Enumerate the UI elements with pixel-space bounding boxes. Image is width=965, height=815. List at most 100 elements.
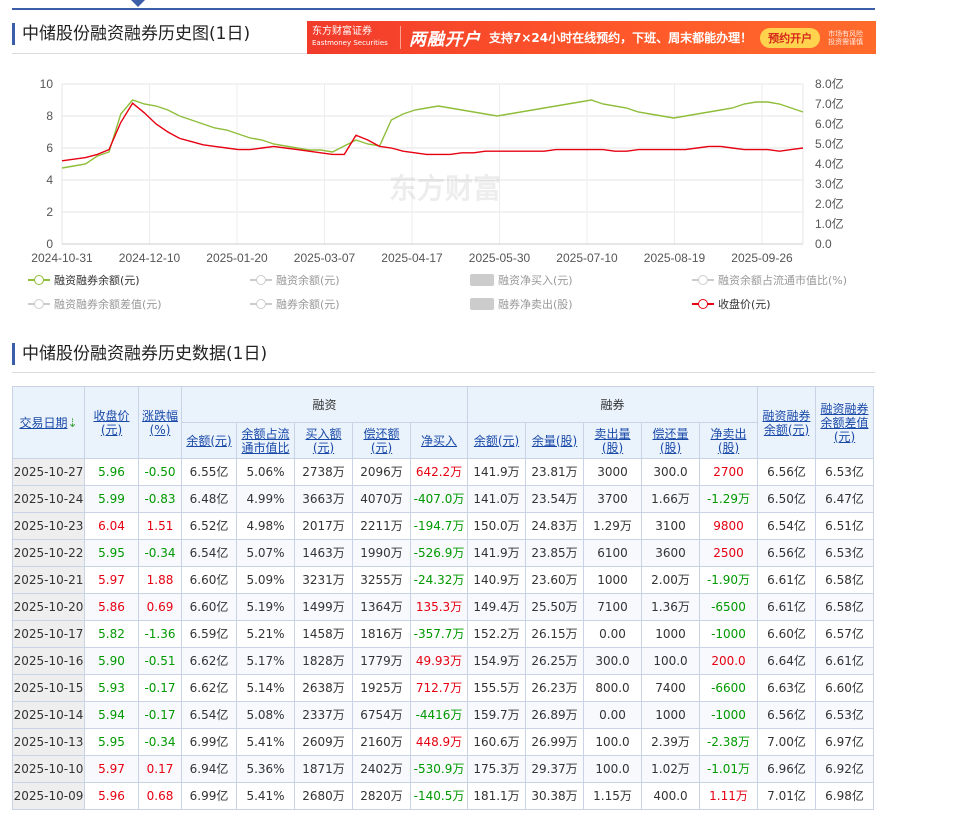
cell-rzzb: 5.41% [236,782,295,810]
legend-item-7[interactable]: 收盘价(元) [692,296,771,312]
cell-chg: 1.51 [138,512,182,540]
chart-watermark: 东方财富 [389,172,501,204]
col-date[interactable]: 交易日期⇣ [12,386,85,459]
legend-label: 融资融券余额(元) [54,274,140,287]
cell-rzrqye: 6.60亿 [757,620,816,648]
y-right-tick: 2.0亿 [815,196,844,211]
cell-rzch: 2820万 [352,782,411,810]
cell-rzmr: 1463万 [294,539,353,567]
cell-rzrqye: 6.63亿 [757,674,816,702]
table-row: 2025-10-14 5.94 -0.17 6.54亿 5.08% 2337万 6754万 -… [12,701,874,729]
cell-rzrqcz: 6.98亿 [815,782,874,810]
cell-rzrqye: 6.64亿 [757,647,816,675]
legend-label: 融资余额(元) [276,274,340,287]
legend-item-2[interactable]: 融资净买入(元) [470,272,573,288]
cell-rzjmr: 135.3万 [410,593,468,621]
table-title: 中储股份融资融券历史数据(1日) [12,343,267,365]
col-rq-sell[interactable]: 卖出量(股) [583,422,642,459]
legend-item-5[interactable]: 融券余额(元) [250,296,340,312]
legend-item-3[interactable]: 融资余额占流通市值比(%) [692,272,847,288]
legend-label: 收盘价(元) [718,298,771,311]
col-change[interactable]: 涨跌幅(%) [138,386,182,459]
col-balance-diff[interactable]: 融资融券余额差值(元) [815,386,874,459]
cell-rqyl: 23.85万 [525,539,584,567]
cell-rqch: 7400 [641,674,700,702]
cell-rqyl: 26.25万 [525,647,584,675]
legend-label: 融券净卖出(股) [498,298,573,311]
col-rz-buy[interactable]: 买入额(元) [294,422,353,459]
cell-rzjmr: -4416万 [410,701,468,729]
legend-item-1[interactable]: 融资余额(元) [250,272,340,288]
cell-rzzb: 5.36% [236,755,295,783]
cell-rzjmr: -526.9万 [410,539,468,567]
legend-line-icon [250,299,272,309]
promo-banner[interactable]: 东方财富证券 Eastmoney Securities 两融开户 支持7×24小时… [307,21,876,54]
col-rq-volume[interactable]: 余量(股) [525,422,584,459]
cell-rqch: 100.0 [641,647,700,675]
table-row: 2025-10-10 5.97 0.17 6.94亿 5.36% 1871万 2402万 -5… [12,755,874,783]
cell-close: 5.96 [84,458,139,486]
cell-rzch: 1990万 [352,539,411,567]
cell-close: 5.96 [84,782,139,810]
cell-rqmc: 7100 [583,593,642,621]
x-axis-ticks: 2024-10-31 2024-12-10 2025-01-20 2025-03-07… [31,251,793,265]
legend-item-6[interactable]: 融券净卖出(股) [470,296,573,312]
cell-date: 2025-10-14 [12,701,85,729]
cell-date: 2025-10-17 [12,620,85,648]
table-row: 2025-10-20 5.86 0.69 6.60亿 5.19% 1499万 1364万 13… [12,593,874,621]
col-rq-balance[interactable]: 余额(元) [467,422,526,459]
cell-rzjmr: -407.0万 [410,485,468,513]
cell-rqjmc: 2500 [699,539,758,567]
col-close[interactable]: 收盘价(元) [84,386,139,459]
table-row: 2025-10-16 5.90 -0.51 6.62亿 5.17% 1828万 1779万 4… [12,647,874,675]
y-right-tick: 4.0亿 [815,156,844,171]
cell-rzrqye: 7.00亿 [757,728,816,756]
cell-rqyl: 26.23万 [525,674,584,702]
open-account-button[interactable]: 预约开户 [760,27,821,48]
legend-item-0[interactable]: 融资融券余额(元) [28,272,140,288]
col-total-balance[interactable]: 融资融券余额(元) [757,386,816,459]
nav-pointer-icon [131,0,145,7]
cell-rzmr: 2738万 [294,458,353,486]
cell-rzrqye: 6.56亿 [757,458,816,486]
cell-rzye: 6.60亿 [181,593,237,621]
cell-rzzb: 5.07% [236,539,295,567]
x-tick: 2025-08-19 [644,251,706,265]
cell-rzrqcz: 6.57亿 [815,620,874,648]
cell-rqye: 160.6万 [467,728,526,756]
legend-box-icon [470,274,494,286]
cell-rqye: 181.1万 [467,782,526,810]
cell-rqmc: 800.0 [583,674,642,702]
col-rz-repay[interactable]: 偿还额(元) [352,422,411,459]
cell-chg: -1.36 [138,620,182,648]
cell-rzrqye: 6.61亿 [757,566,816,594]
cell-rzrqcz: 6.92亿 [815,755,874,783]
cell-rzzb: 5.14% [236,674,295,702]
cell-rzmr: 3231万 [294,566,353,594]
cell-rzmr: 1828万 [294,647,353,675]
y-left-tick: 6 [46,141,53,155]
cell-rzye: 6.54亿 [181,701,237,729]
legend-item-4[interactable]: 融资融券余额差值(元) [28,296,162,312]
cell-rzzb: 4.98% [236,512,295,540]
broker-logo: 东方财富证券 Eastmoney Securities [307,26,401,49]
cell-date: 2025-10-23 [12,512,85,540]
cell-rqmc: 300.0 [583,647,642,675]
cell-chg: 0.68 [138,782,182,810]
col-rz-net-buy[interactable]: 净买入 [410,422,468,459]
col-rz-ratio[interactable]: 余额占流通市值比 [236,422,295,459]
cell-rzrqcz: 6.60亿 [815,674,874,702]
cell-rzye: 6.94亿 [181,755,237,783]
cell-rzjmr: -194.7万 [410,512,468,540]
cell-rzrqcz: 6.47亿 [815,485,874,513]
col-rq-repay[interactable]: 偿还量(股) [641,422,700,459]
cell-rqjmc: 200.0 [699,647,758,675]
cell-date: 2025-10-15 [12,674,85,702]
cell-rzrqcz: 6.97亿 [815,728,874,756]
chart-series [61,99,804,169]
cell-rqjmc: 1.11万 [699,782,758,810]
col-rz-balance[interactable]: 余额(元) [181,422,237,459]
cell-rqmc: 3000 [583,458,642,486]
col-rq-net-sell[interactable]: 净卖出(股) [699,422,758,459]
cell-rzch: 1925万 [352,674,411,702]
